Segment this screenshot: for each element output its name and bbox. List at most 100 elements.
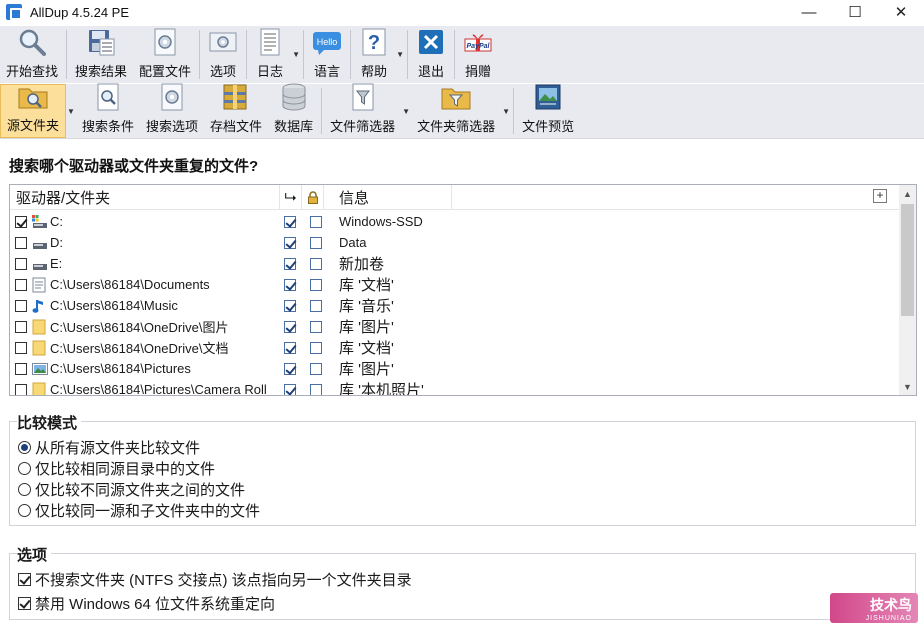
preview-icon [533,82,563,112]
table-row[interactable]: C:\Users\86184\OneDrive\图片 库 '图片' [10,316,900,337]
subfolders-checkbox[interactable] [284,358,296,379]
include-checkbox[interactable] [15,379,27,395]
drive-icon [32,232,48,253]
subfolders-checkbox[interactable] [284,211,296,232]
search-results-button[interactable]: 搜索结果 [69,26,133,83]
radio-button[interactable] [18,504,31,517]
option-checkbox[interactable] [18,573,31,586]
include-checkbox[interactable] [15,274,27,295]
option-checkbox[interactable] [18,597,31,610]
file-filter-dropdown-arrow[interactable]: ▼ [401,84,411,138]
search-options-button[interactable]: 搜索选项 [140,83,204,138]
table-row[interactable]: C: Windows-SSD [10,211,900,232]
protect-checkbox[interactable] [310,232,322,253]
include-checkbox[interactable] [15,337,27,358]
subfolders-checkbox[interactable] [284,232,296,253]
scroll-up-icon[interactable]: ▲ [899,185,916,202]
folder-path: C:\Users\86184\Pictures [50,361,191,376]
column-header-subfolders[interactable]: ⮡ [280,185,302,210]
radio-button[interactable] [18,441,31,454]
source-folder-list[interactable]: 驱动器/文件夹 ⮡ 信息 + C: Windows-SSD D: Data E: 新加卷 C… [9,184,917,396]
include-checkbox[interactable] [15,253,27,274]
protect-checkbox[interactable] [310,379,322,395]
file-preview-button[interactable]: 文件预览 [516,84,580,138]
help-dropdown-arrow[interactable]: ▼ [395,26,405,83]
close-button[interactable]: ✕ [878,0,924,24]
subfolders-checkbox[interactable] [284,274,296,295]
folder-info: 库 '图片' [339,319,394,336]
maximize-button[interactable]: ☐ [832,0,878,24]
gear-panel-icon [208,27,238,57]
vertical-scrollbar[interactable]: ▲ ▼ [899,185,916,395]
radio-button[interactable] [18,483,31,496]
folder-filter-dropdown-arrow[interactable]: ▼ [501,84,511,138]
scrollbar-thumb[interactable] [901,204,914,316]
column-header-info[interactable]: 信息 [324,185,452,210]
subfolders-checkbox[interactable] [284,295,296,316]
include-checkbox[interactable] [15,232,27,253]
log-dropdown-arrow[interactable]: ▼ [291,26,301,83]
search-criteria-button[interactable]: 搜索条件 [76,83,140,138]
folder-icon [32,337,48,358]
protect-checkbox[interactable] [310,316,322,337]
donate-button[interactable]: PayPal 捐赠 [457,26,499,83]
radio-button[interactable] [18,462,31,475]
table-row[interactable]: C:\Users\86184\Music 库 '音乐' [10,295,900,316]
toolbar-separator [321,88,323,134]
exit-button[interactable]: 退出 [410,26,452,83]
compare-mode-option[interactable]: 仅比较同一源和子文件夹中的文件 [18,500,260,521]
table-row[interactable]: C:\Users\86184\OneDrive\文档 库 '文档' [10,337,900,358]
toolbar-separator [407,30,409,79]
protect-checkbox[interactable] [310,337,322,358]
start-search-button[interactable]: 开始查找 [0,26,64,83]
protect-checkbox[interactable] [310,253,322,274]
compare-mode-option[interactable]: 仅比较相同源目录中的文件 [18,458,215,479]
column-header-path[interactable]: 驱动器/文件夹 [10,185,280,210]
folder-info: 库 '文档' [339,340,394,357]
column-header-lock[interactable] [302,185,324,210]
folder-info: 库 '文档' [339,277,394,294]
language-button[interactable]: Hello 语言 [306,26,348,83]
compare-mode-option[interactable]: 从所有源文件夹比较文件 [18,437,200,458]
archive-files-button[interactable]: 存档文件 [204,84,268,138]
include-checkbox[interactable] [15,211,27,232]
protect-checkbox[interactable] [310,295,322,316]
drive-icon [32,253,48,274]
include-checkbox[interactable] [15,358,27,379]
add-column-button[interactable]: + [873,189,887,203]
subfolders-checkbox[interactable] [284,337,296,358]
log-page-icon [255,27,285,57]
table-row[interactable]: C:\Users\86184\Documents 库 '文档' [10,274,900,295]
source-folders-button[interactable]: 源文件夹 [0,84,67,138]
file-filter-button[interactable]: 文件筛选器 [324,83,401,138]
scroll-down-icon[interactable]: ▼ [899,378,916,395]
protect-checkbox[interactable] [310,274,322,295]
database-button[interactable]: 数据库 [268,83,319,138]
subfolders-checkbox[interactable] [284,253,296,274]
subfolders-checkbox[interactable] [284,379,296,395]
document-folder-icon [32,274,48,295]
source-folders-dropdown-arrow[interactable]: ▼ [66,84,76,138]
subfolders-checkbox[interactable] [284,316,296,337]
folder-filter-button[interactable]: 文件夹筛选器 [411,84,501,138]
option-checkbox-row[interactable]: 不搜索文件夹 (NTFS 交接点) 该点指向另一个文件夹目录 [18,569,412,590]
log-button[interactable]: 日志 [249,26,291,83]
profile-button[interactable]: 配置文件 [133,26,197,83]
include-checkbox[interactable] [15,316,27,337]
table-row[interactable]: C:\Users\86184\Pictures\Camera Roll 库 '本机… [10,379,900,395]
folder-path: C:\Users\86184\OneDrive\文档 [50,341,229,356]
options-button[interactable]: 选项 [202,26,244,83]
toolbar-separator [303,30,305,79]
compare-mode-option[interactable]: 仅比较不同源文件夹之间的文件 [18,479,245,500]
protect-checkbox[interactable] [310,211,322,232]
protect-checkbox[interactable] [310,358,322,379]
picture-folder-icon [32,358,48,379]
help-button[interactable]: ? 帮助 [353,26,395,83]
include-checkbox[interactable] [15,295,27,316]
table-row[interactable]: E: 新加卷 [10,253,900,274]
minimize-button[interactable]: — [786,0,832,24]
table-row[interactable]: C:\Users\86184\Pictures 库 '图片' [10,358,900,379]
option-checkbox-row[interactable]: 禁用 Windows 64 位文件系统重定向 [18,593,275,614]
table-row[interactable]: D: Data [10,232,900,253]
compare-mode-title: 比较模式 [17,412,82,433]
